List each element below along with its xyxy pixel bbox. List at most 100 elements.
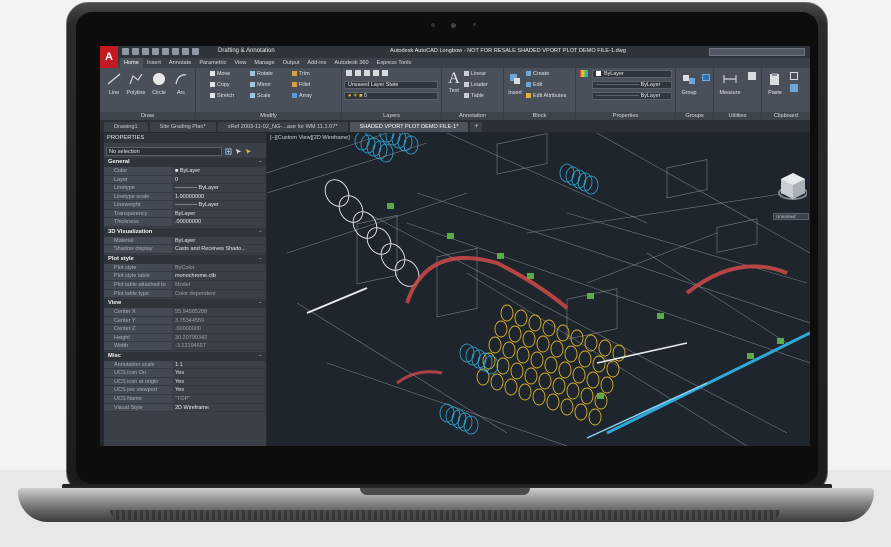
- save-as-icon[interactable]: [152, 48, 159, 55]
- section-header[interactable]: Plot style −: [104, 254, 266, 264]
- linear-dimension-button[interactable]: Linear: [464, 70, 486, 78]
- copy-button[interactable]: Copy: [210, 81, 230, 89]
- property-value[interactable]: 2D Wireframe: [172, 403, 266, 412]
- collapse-icon[interactable]: −: [259, 255, 262, 264]
- property-value[interactable]: monochrome.ctb: [172, 272, 266, 281]
- property-value[interactable]: ByLayer: [172, 209, 266, 218]
- property-row[interactable]: Annotation scale 1:1: [104, 360, 266, 370]
- rotate-button[interactable]: Rotate: [250, 70, 273, 78]
- property-value[interactable]: Yes: [172, 377, 266, 386]
- stretch-button[interactable]: Stretch: [210, 92, 234, 100]
- settings-icon[interactable]: [192, 48, 199, 55]
- tab-annotate[interactable]: Annotate: [165, 58, 195, 68]
- drawing-viewport[interactable]: [–][Custom View][2D Wireframe] Unnamed: [267, 133, 810, 446]
- trim-button[interactable]: Trim: [292, 70, 310, 78]
- property-value[interactable]: .00000000: [172, 325, 266, 333]
- layer-state-dropdown[interactable]: Unsaved Layer State: [344, 81, 438, 89]
- calculator-icon[interactable]: [748, 72, 756, 80]
- text-button[interactable]: A Text: [443, 70, 465, 94]
- property-value[interactable]: ———— ByLayer: [172, 184, 266, 192]
- property-row[interactable]: Center Z .00000000: [104, 325, 266, 334]
- property-value[interactable]: ByLayer: [172, 236, 266, 245]
- property-row[interactable]: Visual Style 2D Wireframe: [104, 403, 266, 413]
- property-value[interactable]: Model: [172, 281, 266, 289]
- doc-tab-site-grading[interactable]: Site Grading Plan*: [149, 122, 216, 132]
- property-value[interactable]: 1:1: [172, 360, 266, 369]
- property-value[interactable]: 55.94585288: [172, 308, 266, 316]
- group-button[interactable]: Group: [678, 72, 700, 96]
- property-value[interactable]: "TOP": [172, 395, 266, 403]
- section-header[interactable]: 3D Visualization −: [104, 227, 266, 237]
- property-row[interactable]: Shadow display Casts and Receives Shado..…: [104, 245, 266, 254]
- layer-isolate-icon[interactable]: [364, 70, 370, 76]
- layer-freeze-icon[interactable]: [373, 70, 379, 76]
- doc-tab-xref[interactable]: xRef 2003-11-02_NG-...ase for WM 11.1.07…: [217, 122, 348, 132]
- copy-clip-icon[interactable]: [790, 84, 798, 92]
- section-header[interactable]: Misc −: [104, 351, 266, 361]
- properties-ribbon-panel-title[interactable]: Properties: [576, 112, 675, 120]
- tab-output[interactable]: Output: [279, 58, 304, 68]
- cad-wireframe-drawing[interactable]: [267, 133, 810, 446]
- tab-view[interactable]: View: [230, 58, 250, 68]
- line-button[interactable]: Line: [103, 72, 125, 96]
- measure-button[interactable]: Measure: [717, 72, 743, 96]
- property-value[interactable]: ByColor: [172, 263, 266, 272]
- property-row[interactable]: Material ByLayer: [104, 236, 266, 246]
- quick-select-icon[interactable]: [245, 148, 252, 155]
- property-value[interactable]: ———— ByLayer: [172, 201, 266, 209]
- property-row[interactable]: Plot style ByColor: [104, 263, 266, 273]
- property-value[interactable]: 0: [172, 175, 266, 184]
- scale-button[interactable]: Scale: [250, 92, 271, 100]
- property-value[interactable]: .00000000: [172, 218, 266, 226]
- collapse-icon[interactable]: −: [259, 228, 262, 237]
- collapse-icon[interactable]: −: [259, 158, 262, 167]
- arc-button[interactable]: Arc: [170, 72, 192, 96]
- doc-tab-drawing1[interactable]: Drawing1: [104, 122, 148, 132]
- tab-manage[interactable]: Manage: [250, 58, 278, 68]
- workspace-switcher[interactable]: Drafting & Annotation: [218, 47, 275, 56]
- collapse-icon[interactable]: −: [259, 352, 262, 361]
- collapse-icon[interactable]: −: [259, 299, 262, 308]
- modify-panel-title[interactable]: Modify: [196, 112, 341, 120]
- property-value[interactable]: Casts and Receives Shado...: [172, 245, 266, 253]
- property-row[interactable]: UCS Name "TOP": [104, 395, 266, 404]
- circle-button[interactable]: Circle: [148, 72, 170, 96]
- move-button[interactable]: Move: [210, 70, 230, 78]
- property-value[interactable]: 3.75344559: [172, 316, 266, 325]
- ucs-name-dropdown[interactable]: Unnamed: [773, 213, 809, 220]
- layers-panel-title[interactable]: Layers: [342, 112, 441, 120]
- group-select-icon[interactable]: [702, 74, 710, 81]
- property-row[interactable]: UCS per viewport Yes: [104, 386, 266, 396]
- property-row[interactable]: Transparency ByLayer: [104, 209, 266, 219]
- block-panel-title[interactable]: Block: [504, 112, 575, 120]
- pickadd-icon[interactable]: [225, 147, 232, 155]
- paste-button[interactable]: Paste: [764, 72, 786, 96]
- selection-dropdown[interactable]: No selection: [106, 146, 222, 156]
- table-button[interactable]: Table: [464, 92, 484, 100]
- property-value[interactable]: ■ ByLayer: [172, 167, 266, 175]
- create-block-button[interactable]: Create: [526, 70, 549, 78]
- tab-parametric[interactable]: Parametric: [195, 58, 230, 68]
- insert-block-button[interactable]: Insert: [504, 72, 526, 96]
- clipboard-panel-title[interactable]: Clipboard: [762, 112, 810, 120]
- color-dropdown[interactable]: ByLayer: [592, 70, 672, 78]
- layer-lock-icon[interactable]: [382, 70, 388, 76]
- match-properties-icon[interactable]: [580, 70, 588, 77]
- property-row[interactable]: Center X 55.94585288: [104, 308, 266, 317]
- property-row[interactable]: Center Y 3.75344559: [104, 316, 266, 326]
- lineweight-dropdown[interactable]: ———————— ByLayer: [592, 81, 672, 89]
- print-icon[interactable]: [162, 48, 169, 55]
- edit-attributes-button[interactable]: Edit Attributes: [526, 92, 566, 100]
- linetype-dropdown[interactable]: ———————— ByLayer: [592, 92, 672, 100]
- search-input[interactable]: [709, 48, 805, 56]
- utilities-panel-title[interactable]: Utilities: [714, 112, 761, 120]
- property-row[interactable]: Thickness .00000000: [104, 218, 266, 227]
- property-row[interactable]: UCS icon at origin Yes: [104, 377, 266, 387]
- doc-tab-shaded-vport[interactable]: SHADED VPORT PLOT DEMO FILE-1*: [349, 122, 469, 132]
- mirror-button[interactable]: Mirror: [250, 81, 271, 89]
- edit-block-button[interactable]: Edit: [526, 81, 542, 89]
- property-row[interactable]: Plot table attached to Model: [104, 281, 266, 290]
- application-menu-button[interactable]: A: [100, 46, 118, 68]
- layer-off-icon[interactable]: [355, 70, 361, 76]
- property-row[interactable]: Layer 0: [104, 175, 266, 185]
